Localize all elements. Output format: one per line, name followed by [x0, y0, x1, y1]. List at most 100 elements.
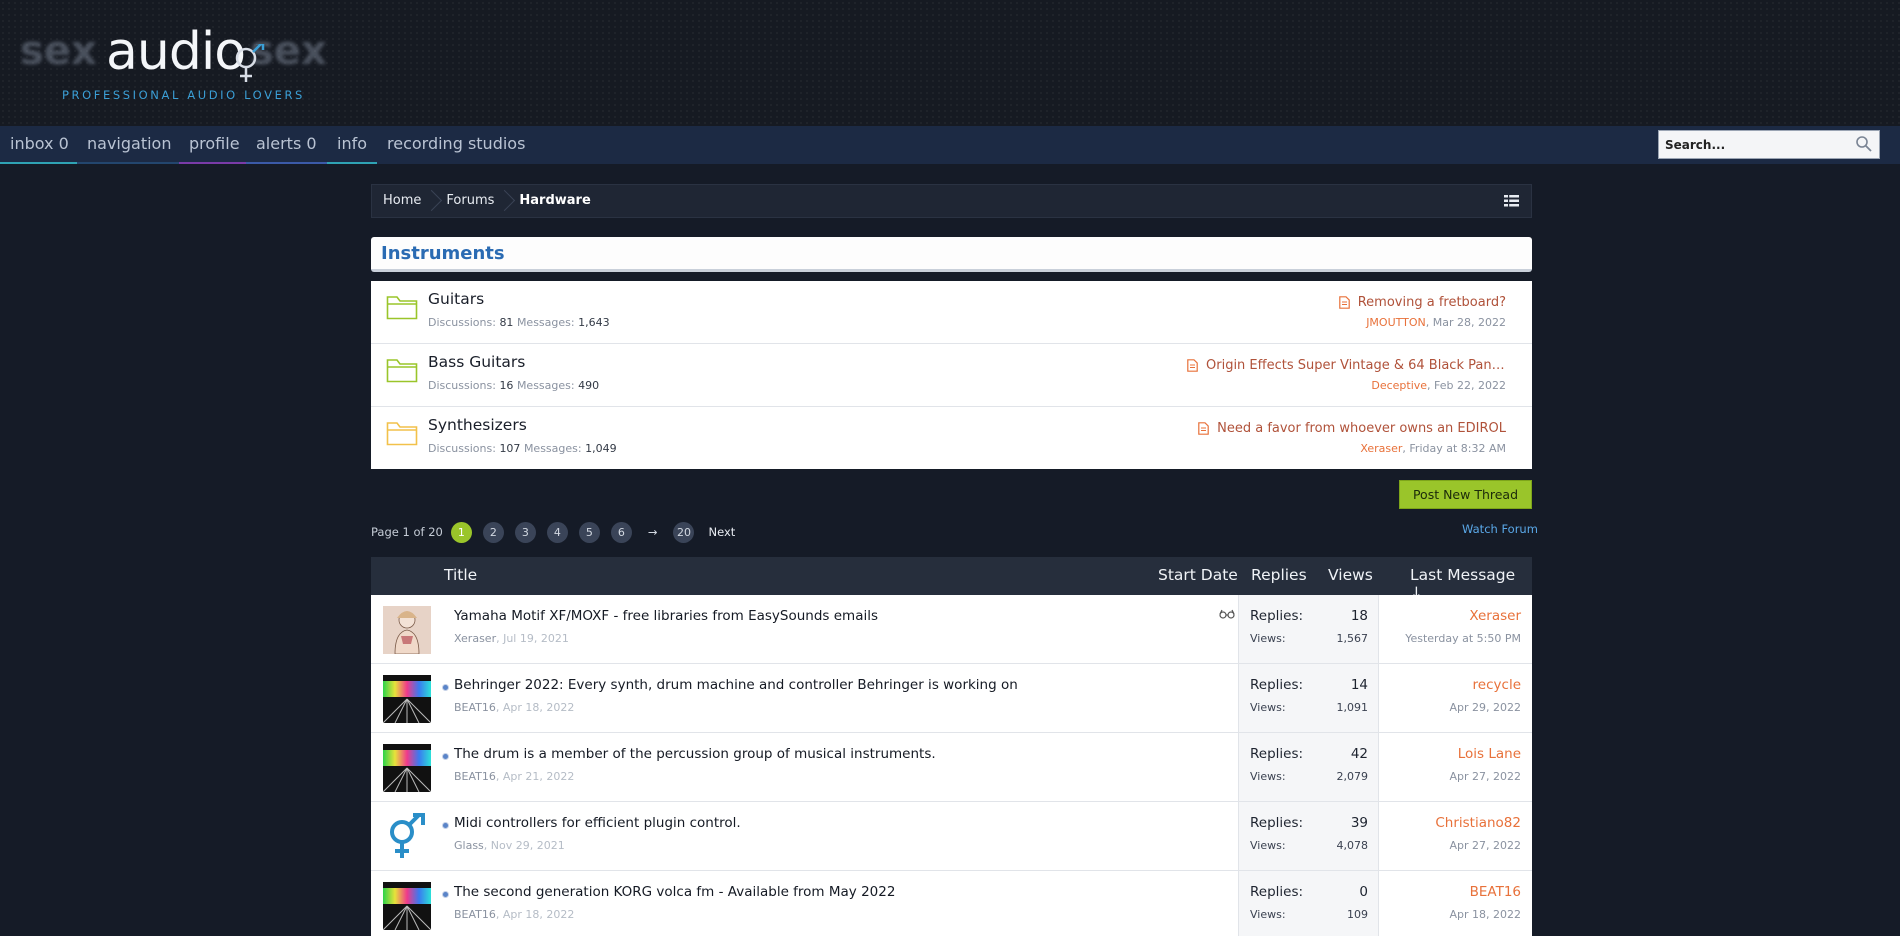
nav-profile-label: profile: [189, 134, 240, 153]
thread-table-header: Title Start Date Replies Views Last Mess…: [371, 557, 1532, 602]
thread-meta: Glass, Nov 29, 2021: [454, 839, 565, 852]
replies-label: Replies:: [1250, 746, 1304, 762]
unread-indicator-icon[interactable]: [442, 684, 449, 691]
thread-row: Midi controllers for efficient plugin co…: [371, 802, 1532, 871]
site-logo[interactable]: sex sex audio PROFESSIONAL AUDIO LOVERS: [18, 14, 338, 106]
thread-meta: BEAT16, Apr 18, 2022: [454, 908, 574, 921]
last-message-user[interactable]: Christiano82: [1435, 815, 1521, 831]
last-message-user[interactable]: recycle: [1449, 677, 1521, 693]
forum-name[interactable]: Guitars: [428, 290, 484, 308]
nav-recording-studios[interactable]: recording studios: [377, 126, 535, 164]
jump-menu-icon[interactable]: [1504, 195, 1519, 207]
page-link[interactable]: 4: [546, 521, 568, 543]
views-label: Views:: [1250, 770, 1286, 783]
nav-navigation[interactable]: navigation: [77, 126, 182, 164]
unread-indicator-icon[interactable]: [442, 753, 449, 760]
avatar[interactable]: [383, 813, 431, 861]
thread-meta: BEAT16, Apr 18, 2022: [454, 701, 574, 714]
page-link[interactable]: 2: [482, 521, 504, 543]
thread-author[interactable]: Xeraser: [454, 632, 496, 645]
page-link[interactable]: 6: [610, 521, 632, 543]
nav-profile-bar: [179, 162, 250, 164]
last-message-date[interactable]: Apr 27, 2022: [1449, 770, 1521, 783]
forum-last-user[interactable]: Xeraser: [1360, 442, 1402, 455]
search-input[interactable]: [1659, 131, 1849, 158]
forum-last-user[interactable]: Deceptive: [1371, 379, 1427, 392]
forum-last-title[interactable]: Removing a fretboard?: [1358, 295, 1506, 310]
nav-alerts[interactable]: alerts 0: [246, 126, 327, 164]
nav-profile[interactable]: profile: [179, 126, 250, 164]
page-link[interactable]: 1: [450, 521, 472, 543]
last-message-date[interactable]: Apr 18, 2022: [1449, 908, 1521, 921]
thread-last-message: Lois Lane Apr 27, 2022: [1449, 746, 1521, 783]
document-icon: [1338, 296, 1350, 309]
unread-indicator-icon[interactable]: [442, 891, 449, 898]
last-message-user[interactable]: Lois Lane: [1449, 746, 1521, 762]
forum-last-post: Origin Effects Super Vintage & 64 Black …: [1176, 358, 1506, 392]
nav-inbox[interactable]: inbox 0: [0, 126, 79, 164]
thread-date: , Nov 29, 2021: [483, 839, 565, 852]
thread-title[interactable]: Behringer 2022: Every synth, drum machin…: [454, 677, 1018, 693]
page-link-last[interactable]: 20: [673, 521, 695, 543]
thread-title[interactable]: Yamaha Motif XF/MOXF - free libraries fr…: [454, 608, 878, 624]
avatar[interactable]: [383, 744, 431, 792]
logo-tagline: PROFESSIONAL AUDIO LOVERS: [62, 88, 305, 102]
nav-recording-studios-label: recording studios: [387, 134, 526, 153]
forum-last-post: Need a favor from whoever owns an EDIROL…: [1176, 421, 1506, 455]
forum-last-title[interactable]: Origin Effects Super Vintage & 64 Black …: [1206, 358, 1506, 373]
thread-author[interactable]: BEAT16: [454, 770, 496, 783]
breadcrumb-home[interactable]: Home: [372, 184, 435, 218]
page-skip-arrow[interactable]: →: [648, 525, 658, 539]
breadcrumb-forums[interactable]: Forums: [435, 184, 508, 218]
breadcrumb: Home Forums Hardware: [371, 184, 1532, 218]
sort-start-date[interactable]: Start Date: [1158, 566, 1238, 584]
views-label: Views:: [1250, 701, 1286, 714]
thread-author[interactable]: Glass: [454, 839, 484, 852]
next-page-link[interactable]: Next: [708, 525, 735, 539]
thread-author[interactable]: BEAT16: [454, 908, 496, 921]
forum-name[interactable]: Bass Guitars: [428, 353, 525, 371]
views-count: 2,079: [1336, 770, 1369, 783]
last-message-date[interactable]: Apr 27, 2022: [1435, 839, 1521, 852]
messages-label: Messages:: [516, 316, 575, 329]
nav-info[interactable]: info: [327, 126, 378, 164]
discussions-count: 81: [499, 316, 514, 329]
thread-stats: Replies: 42 Views: 2,079: [1238, 733, 1379, 801]
forum-last-title[interactable]: Need a favor from whoever owns an EDIROL: [1217, 421, 1506, 436]
unread-indicator-icon[interactable]: [442, 822, 449, 829]
avatar[interactable]: [383, 675, 431, 723]
views-count: 1,567: [1336, 632, 1369, 645]
views-label: Views:: [1250, 632, 1286, 645]
forum-last-date: , Mar 28, 2022: [1425, 316, 1506, 329]
sort-replies[interactable]: Replies: [1251, 566, 1307, 584]
last-message-user[interactable]: Xeraser: [1405, 608, 1521, 624]
watch-forum-link[interactable]: Watch Forum: [1462, 522, 1538, 536]
thread-row: Yamaha Motif XF/MOXF - free libraries fr…: [371, 595, 1532, 664]
replies-label: Replies:: [1250, 884, 1304, 900]
post-new-thread-button[interactable]: Post New Thread: [1399, 480, 1532, 509]
svg-text:sex: sex: [20, 30, 97, 70]
avatar[interactable]: [383, 882, 431, 930]
replies-count: 18: [1350, 608, 1368, 624]
thread-author[interactable]: BEAT16: [454, 701, 496, 714]
thread-title[interactable]: Midi controllers for efficient plugin co…: [454, 815, 741, 831]
discussions-label: Discussions:: [428, 379, 496, 392]
nav-navigation-label: navigation: [87, 134, 172, 153]
page-link[interactable]: 5: [578, 521, 600, 543]
thread-title[interactable]: The drum is a member of the percussion g…: [454, 746, 936, 762]
thread-last-message: recycle Apr 29, 2022: [1449, 677, 1521, 714]
sort-views[interactable]: Views: [1328, 566, 1373, 584]
last-message-date[interactable]: Apr 29, 2022: [1449, 701, 1521, 714]
thread-title[interactable]: The second generation KORG volca fm - Av…: [454, 884, 895, 900]
breadcrumb-hardware[interactable]: Hardware: [508, 184, 604, 218]
search-icon[interactable]: [1855, 135, 1873, 153]
forum-last-user[interactable]: JMOUTTON: [1366, 316, 1426, 329]
last-message-user[interactable]: BEAT16: [1449, 884, 1521, 900]
forum-name[interactable]: Synthesizers: [428, 416, 527, 434]
last-message-date[interactable]: Yesterday at 5:50 PM: [1405, 632, 1521, 645]
avatar[interactable]: [383, 606, 431, 654]
category-title[interactable]: Instruments: [371, 237, 1532, 272]
forum-last-post: Removing a fretboard? JMOUTTON, Mar 28, …: [1176, 295, 1506, 329]
sort-title[interactable]: Title: [444, 566, 477, 584]
page-link[interactable]: 3: [514, 521, 536, 543]
